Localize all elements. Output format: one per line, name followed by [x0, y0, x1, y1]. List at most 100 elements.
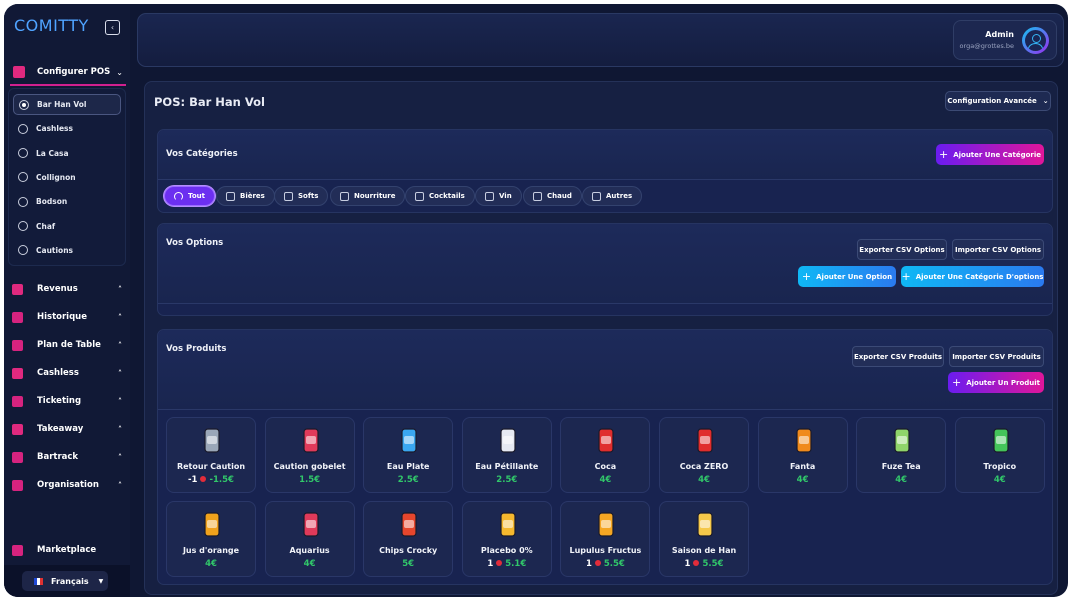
product-quantity: -1 [188, 475, 198, 485]
quantity-dot-icon [200, 476, 207, 482]
pos-item-bodson[interactable]: Bodson [13, 191, 121, 212]
radio-icon [18, 245, 28, 256]
sidebar-item-plan-de-table[interactable]: Plan de Table ˄ [10, 335, 126, 355]
radio-icon [18, 148, 28, 159]
product-card-tropico[interactable]: Tropico 4€ [954, 417, 1045, 493]
main-panel: POS: Bar Han Vol Configuration Avancée ⌄… [144, 81, 1058, 595]
menu-configurer-pos[interactable]: Configurer POS ⌄ [10, 60, 126, 86]
sidebar-item-organisation[interactable]: Organisation ˄ [10, 475, 126, 495]
user-menu[interactable]: Admin orga@grottes.be [953, 20, 1057, 60]
avatar-icon[interactable] [1022, 27, 1049, 54]
product-card-jus-d-orange[interactable]: Jus d'orange 4€ [166, 501, 256, 577]
product-name: Caution gobelet [273, 462, 346, 471]
import-csv-options-button[interactable]: Importer CSV Options [952, 239, 1044, 260]
product-price: 4€ [599, 475, 612, 485]
import-csv-products-button[interactable]: Importer CSV Produits [949, 346, 1044, 367]
add-product-button[interactable]: + Ajouter Un Produit [948, 372, 1044, 393]
user-email: orga@grottes.be [959, 42, 1014, 50]
category-chip-nourriture[interactable]: Nourriture [330, 186, 406, 206]
product-price: 5.5€ [702, 559, 724, 569]
beer-mug-icon [204, 428, 220, 453]
add-option-button[interactable]: + Ajouter Une Option [798, 266, 896, 287]
pos-item-chaf[interactable]: Chaf [13, 216, 121, 237]
plus-icon: + [901, 270, 911, 283]
sidebar-item-historique[interactable]: Historique ˄ [10, 307, 126, 327]
product-price-row: 4€ [266, 559, 354, 569]
sidebar-item-marketplace[interactable]: Marketplace [10, 540, 126, 560]
options-card: Vos Options Exporter CSV Options Importe… [157, 223, 1053, 316]
sidebar-item-ticketing[interactable]: Ticketing ˄ [10, 391, 126, 411]
sidebar-item-label: Bartrack [37, 452, 79, 462]
takeaway-icon [12, 423, 23, 435]
product-card-placebo-0[interactable]: Placebo 0% 1 5.1€ [461, 501, 552, 577]
export-csv-options-label: Exporter CSV Options [859, 245, 945, 254]
export-csv-options-button[interactable]: Exporter CSV Options [857, 239, 947, 260]
fanta-can-icon [795, 428, 812, 453]
product-price-row: 4€ [167, 559, 255, 569]
category-chip-chaud[interactable]: Chaud [523, 186, 582, 206]
product-price-row: 4€ [561, 475, 649, 485]
product-card-caution-gobelet[interactable]: Caution gobelet 1.5€ [264, 417, 355, 493]
sidebar-item-revenus[interactable]: Revenus ˄ [10, 279, 126, 299]
pos-item-label: La Casa [36, 148, 69, 158]
pos-item-cashless[interactable]: Cashless [13, 118, 121, 139]
category-chip-autres[interactable]: Autres [582, 186, 643, 206]
product-price-row: 4€ [857, 475, 945, 485]
categories-title: Vos Catégories [166, 149, 238, 159]
product-card-aquarius[interactable]: Aquarius 4€ [264, 501, 355, 577]
product-card-retour-caution[interactable]: Retour Caution -1 -1.5€ [166, 417, 256, 493]
pos-item-label: Bodson [36, 197, 68, 207]
beer-glass-icon [598, 512, 614, 537]
export-csv-products-button[interactable]: Exporter CSV Produits [852, 346, 944, 367]
sidebar-item-label: Revenus [37, 284, 78, 294]
chevron-down-icon: ⌄ [1042, 97, 1049, 105]
product-card-chips-crocky[interactable]: Chips Crocky 5€ [363, 501, 454, 577]
product-name: Eau Pétillante [475, 462, 539, 471]
beer-tulip-icon [697, 512, 713, 537]
product-price: 5€ [402, 559, 415, 569]
category-chip-vin[interactable]: Vin [475, 186, 522, 206]
product-card-fanta[interactable]: Fanta 4€ [757, 417, 848, 493]
collapse-sidebar-icon[interactable]: ‹ [105, 20, 120, 35]
language-bar: Français ▼ [4, 565, 130, 597]
pos-item-bar-han-vol[interactable]: Bar Han Vol [13, 94, 121, 115]
product-card-eau-plate[interactable]: Eau Plate 2.5€ [363, 417, 454, 493]
product-quantity: 1 [585, 559, 592, 569]
product-card-fuze-tea[interactable]: Fuze Tea 4€ [856, 417, 947, 493]
category-chip-cocktails[interactable]: Cocktails [405, 186, 475, 206]
pos-item-la-casa[interactable]: La Casa [13, 143, 121, 164]
category-chip-bieres[interactable]: Bières [216, 186, 275, 206]
add-category-button[interactable]: + Ajouter Une Catégorie [936, 144, 1044, 165]
chevron-down-icon: ⌄ [116, 67, 123, 77]
sidebar-item-takeaway[interactable]: Takeaway ˄ [10, 419, 126, 439]
pos-item-label: Collignon [36, 172, 76, 182]
pos-item-cautions[interactable]: Cautions [13, 240, 121, 261]
plus-icon: + [801, 270, 812, 283]
product-card-lupulus-fructus[interactable]: Lupulus Fructus 1 5.5€ [560, 501, 651, 577]
category-nourriture-icon [340, 191, 349, 201]
product-price-row: 1 5.5€ [660, 559, 748, 569]
caret-down-icon: ▼ [98, 577, 104, 585]
sidebar-item-cashless[interactable]: Cashless ˄ [10, 363, 126, 383]
product-card-coca-zero[interactable]: Coca ZERO 4€ [659, 417, 749, 493]
pos-item-collignon[interactable]: Collignon [13, 167, 121, 188]
product-card-saison-de-han[interactable]: Saison de Han 1 5.5€ [659, 501, 749, 577]
product-price: 5.1€ [505, 559, 527, 569]
chevron-up-icon: ˄ [118, 368, 122, 378]
category-chip-tout[interactable]: Tout [164, 186, 215, 206]
category-chip-softs[interactable]: Softs [274, 186, 329, 206]
advanced-config-button[interactable]: Configuration Avancée ⌄ [945, 91, 1051, 111]
product-card-eau-petillante[interactable]: Eau Pétillante 2.5€ [461, 417, 552, 493]
sidebar-item-bartrack[interactable]: Bartrack ˄ [10, 447, 126, 467]
table-plan-icon [12, 339, 23, 351]
product-card-coca[interactable]: Coca 4€ [560, 417, 651, 493]
product-name: Placebo 0% [480, 546, 533, 555]
language-select[interactable]: Français ▼ [22, 571, 108, 591]
app-window: COMITTY ‹ Configurer POS ⌄ Bar Han Vol Ca… [4, 4, 1068, 597]
add-option-category-button[interactable]: + Ajouter Une Catégorie D'options [901, 266, 1044, 287]
history-icon [12, 311, 23, 323]
cola-can-icon [598, 428, 614, 453]
category-chip-label: Autres [606, 192, 633, 200]
sidebar-item-label: Cashless [37, 368, 79, 378]
add-option-category-label: Ajouter Une Catégorie D'options [915, 272, 1044, 281]
